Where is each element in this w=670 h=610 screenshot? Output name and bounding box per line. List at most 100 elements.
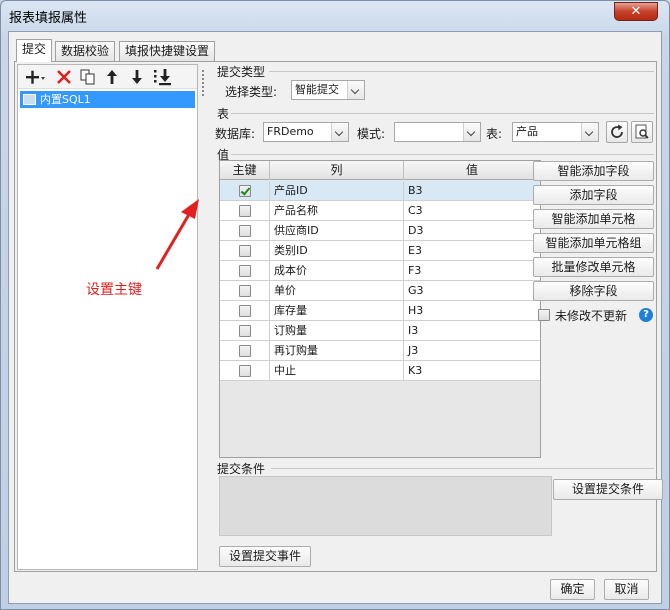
group-divider [271,468,654,469]
primary-key-checkbox[interactable] [239,265,251,277]
database-select[interactable]: FRDemo [263,122,349,142]
value-cell[interactable]: F3 [404,261,540,281]
table-label: 表: [486,127,503,141]
value-cell[interactable]: D3 [404,221,540,241]
chevron-down-icon[interactable] [463,123,480,141]
primary-key-checkbox[interactable] [239,245,251,257]
chevron-down-icon[interactable] [581,123,598,141]
table-row[interactable]: 单价 G3 [220,281,540,301]
tab-submit[interactable]: 提交 [16,39,53,62]
header-primary-key[interactable]: 主键 [220,161,270,180]
column-cell[interactable]: 中止 [270,361,404,381]
tab-shortcut-settings[interactable]: 填报快捷键设置 [119,41,216,61]
copy-button[interactable] [78,68,98,86]
header-value[interactable]: 值 [404,161,540,180]
value-cell[interactable]: J3 [404,341,540,361]
column-cell[interactable]: 成本价 [270,261,404,281]
list-toolbar [18,65,197,89]
database-label: 数据库: [215,127,256,141]
splitter-grip [202,70,204,96]
table-row[interactable]: 成本价 F3 [220,261,540,281]
title-bar[interactable]: 报表填报属性 ✕ [1,1,669,31]
submit-type-label: 选择类型: [225,85,278,99]
ok-button[interactable]: 确定 [550,579,595,600]
move-down-icon [132,70,142,84]
primary-key-checkbox[interactable] [239,365,251,377]
dialog-window: 报表填报属性 ✕ 提交 数据校验 填报快捷键设置 内置SQL1 提交类型 选择类… [0,0,670,610]
value-cell[interactable]: C3 [404,201,540,221]
table-select[interactable]: 产品 [512,122,599,142]
remove-field-button[interactable]: 移除字段 [533,281,654,301]
table-row[interactable]: 中止 K3 [220,361,540,381]
value-cell[interactable]: I3 [404,321,540,341]
value-cell[interactable]: G3 [404,281,540,301]
chevron-down-icon[interactable] [331,123,348,141]
table-row[interactable]: 库存量 H3 [220,301,540,321]
column-cell[interactable]: 订购量 [270,321,404,341]
move-up-icon [107,70,117,84]
column-cell[interactable]: 产品ID [270,181,404,201]
list-item-builtin-sql1[interactable]: 内置SQL1 [20,91,195,108]
no-update-checkbox[interactable] [538,309,550,321]
column-cell[interactable]: 供应商ID [270,221,404,241]
pane-splitter[interactable] [199,64,207,570]
add-dropdown-button[interactable] [24,68,45,86]
condition-display-area [219,476,552,536]
primary-key-checkbox[interactable] [239,285,251,297]
smart-add-cell-group-button[interactable]: 智能添加单元格组 [533,233,654,253]
move-up-button[interactable] [102,68,122,86]
chevron-down-icon[interactable] [347,81,364,99]
set-submit-condition-button[interactable]: 设置提交条件 [553,479,663,500]
move-down-button[interactable] [127,68,147,86]
smart-add-field-button[interactable]: 智能添加字段 [533,161,654,181]
group-divider [231,154,654,155]
column-cell[interactable]: 再订购量 [270,341,404,361]
table-row[interactable]: 产品ID B3 [220,181,540,201]
primary-key-checkbox[interactable] [239,345,251,357]
primary-key-checkbox[interactable] [239,325,251,337]
field-mapping-table: 主键 列 值 产品ID B3 产品名称 C3 供应商ID D3 类别ID E3 成本价 F3 单价 G… [219,160,541,458]
help-icon[interactable]: ? [639,308,653,322]
primary-key-checkbox[interactable] [239,185,251,197]
primary-key-cell [220,201,270,221]
value-cell[interactable]: K3 [404,361,540,381]
preview-table-button[interactable] [631,121,653,143]
primary-key-checkbox[interactable] [239,305,251,317]
table-row[interactable]: 类别ID E3 [220,241,540,261]
column-cell[interactable]: 库存量 [270,301,404,321]
cancel-button[interactable]: 取消 [604,579,649,600]
header-column[interactable]: 列 [270,161,404,180]
move-bottom-button[interactable] [152,68,172,86]
value-cell[interactable]: E3 [404,241,540,261]
submit-type-select[interactable]: 智能提交 [291,80,365,100]
schema-select[interactable] [394,122,481,142]
add-field-button[interactable]: 添加字段 [533,185,654,205]
table-row[interactable]: 订购量 I3 [220,321,540,341]
annotation-arrow [155,199,199,270]
column-cell[interactable]: 类别ID [270,241,404,261]
value-cell[interactable]: B3 [404,181,540,201]
refresh-button[interactable] [606,121,628,143]
table-row[interactable]: 再订购量 J3 [220,341,540,361]
column-cell[interactable]: 单价 [270,281,404,301]
close-button[interactable]: ✕ [614,2,658,21]
tab-panel-submit: 内置SQL1 提交类型 选择类型: 智能提交 表 数据库: FRDemo 模式:… [14,61,663,572]
primary-key-checkbox[interactable] [239,225,251,237]
add-dropdown-icon [26,70,45,84]
condition-group-title: 提交条件 [217,462,266,476]
refresh-icon [611,124,623,138]
value-cell[interactable]: H3 [404,301,540,321]
table-value: 产品 [516,125,538,138]
set-submit-event-button[interactable]: 设置提交事件 [219,546,311,567]
window-title: 报表填报属性 [9,11,88,26]
table-row[interactable]: 供应商ID D3 [220,221,540,241]
table-row[interactable]: 产品名称 C3 [220,201,540,221]
delete-button[interactable] [54,68,74,86]
column-cell[interactable]: 产品名称 [270,201,404,221]
smart-add-cell-button[interactable]: 智能添加单元格 [533,209,654,229]
submit-list-pane: 内置SQL1 [17,64,198,570]
batch-modify-cells-button[interactable]: 批量修改单元格 [533,257,654,277]
primary-key-cell [220,281,270,301]
primary-key-checkbox[interactable] [239,205,251,217]
tab-data-validation[interactable]: 数据校验 [55,41,116,61]
